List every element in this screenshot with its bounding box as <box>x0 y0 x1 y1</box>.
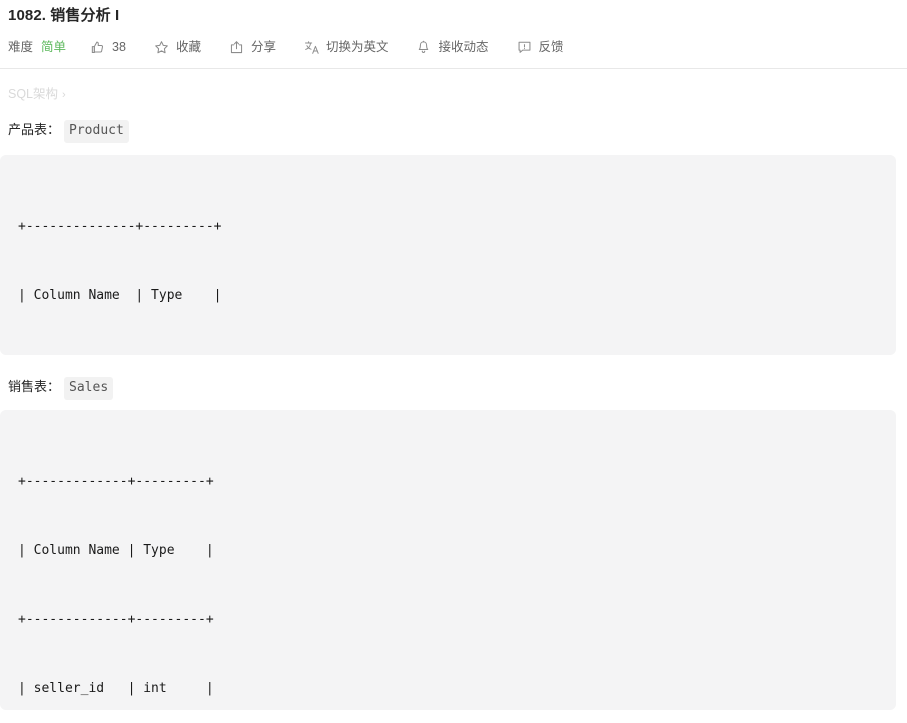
page-title: 1082. 销售分析 I <box>8 7 120 24</box>
product-schema-codeblock: +--------------+---------+ | Column Name… <box>0 155 896 355</box>
problem-page: 1082. 销售分析 I 难度 简单 38 收藏 分享 切换为英文 接收动态 反… <box>0 0 907 723</box>
share-button[interactable]: 分享 <box>229 40 276 55</box>
product-table-caption: 产品表： Product <box>8 120 129 143</box>
share-box-icon <box>229 40 244 55</box>
code-line: +-------------+---------+ <box>18 612 214 627</box>
code-line: | seller_id | int | <box>18 681 214 696</box>
comment-alert-icon <box>517 40 532 55</box>
code-line: +--------------+---------+ <box>18 353 896 355</box>
star-icon <box>154 40 169 55</box>
difficulty-label: 难度 <box>8 40 34 54</box>
code-line: +-------------+---------+ <box>18 474 214 489</box>
feedback-label: 反馈 <box>538 40 564 54</box>
breadcrumb: SQL架构 › <box>8 85 66 104</box>
favorite-button[interactable]: 收藏 <box>154 40 201 55</box>
favorite-label: 收藏 <box>175 40 201 54</box>
translate-button[interactable]: 切换为英文 <box>304 40 389 55</box>
difficulty-value: 简单 <box>41 40 67 54</box>
chevron-right-icon: › <box>62 89 66 101</box>
notify-button[interactable]: 接收动态 <box>416 40 489 55</box>
code-line: +--------------+---------+ <box>18 219 222 234</box>
translate-label: 切换为英文 <box>325 40 389 54</box>
problem-toolbar: 难度 简单 38 收藏 分享 切换为英文 接收动态 反馈 <box>8 32 907 62</box>
sales-table-caption: 销售表： Sales <box>8 377 114 400</box>
like-button[interactable]: 38 <box>90 40 126 55</box>
thumbs-up-icon <box>90 40 105 55</box>
difficulty-indicator: 难度 简单 <box>8 40 66 54</box>
sales-schema-codeblock: +-------------+---------+ | Column Name … <box>0 410 896 710</box>
sales-table-name: Sales <box>64 377 114 400</box>
feedback-button[interactable]: 反馈 <box>517 40 564 55</box>
product-caption-text: 产品表： <box>8 122 61 137</box>
breadcrumb-item-sql-schema[interactable]: SQL架构 <box>8 87 58 101</box>
share-label: 分享 <box>250 40 276 54</box>
code-line: | Column Name | Type | <box>18 543 214 558</box>
translate-icon <box>304 40 319 55</box>
problem-header: 1082. 销售分析 I 难度 简单 38 收藏 分享 切换为英文 接收动态 反… <box>0 0 907 62</box>
product-table-name: Product <box>64 120 129 143</box>
like-count: 38 <box>112 40 126 54</box>
header-divider <box>0 68 907 69</box>
notify-label: 接收动态 <box>438 40 489 54</box>
sales-caption-text: 销售表： <box>8 379 61 394</box>
bell-icon <box>416 40 431 55</box>
code-line: | Column Name | Type | <box>18 288 222 303</box>
